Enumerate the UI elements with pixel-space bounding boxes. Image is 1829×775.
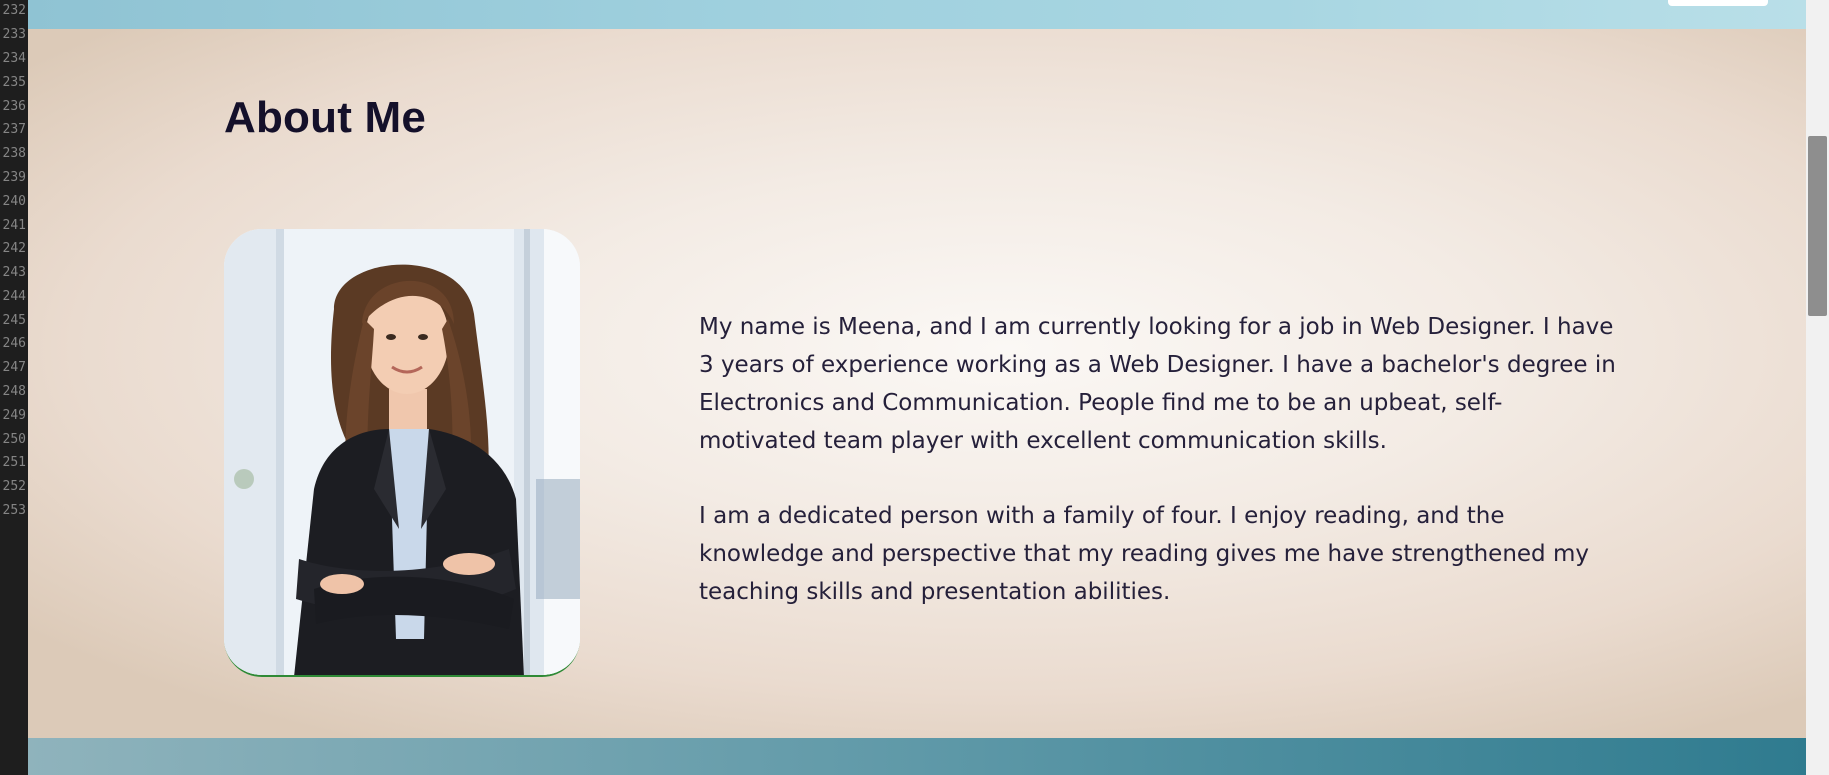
line-number: 253 — [2, 503, 26, 518]
line-number: 238 — [2, 146, 26, 161]
line-number: 241 — [2, 218, 26, 233]
line-number: 249 — [2, 408, 26, 423]
bio-paragraph: I am a dedicated person with a family of… — [699, 503, 1589, 605]
line-number: 232 — [2, 3, 26, 18]
line-number: 246 — [2, 336, 26, 351]
line-number: 252 — [2, 479, 26, 494]
about-bio: My name is Meena, and I am currently loo… — [699, 308, 1619, 611]
line-number: 247 — [2, 360, 26, 375]
scrollbar-thumb[interactable] — [1808, 136, 1827, 316]
line-number: 240 — [2, 194, 26, 209]
line-number: 239 — [2, 170, 26, 185]
section-title: About Me — [224, 93, 427, 142]
line-number: 233 — [2, 27, 26, 42]
header-band — [28, 0, 1806, 29]
next-section-band — [28, 738, 1806, 775]
line-number: 248 — [2, 384, 26, 399]
line-number: 251 — [2, 455, 26, 470]
line-number: 235 — [2, 75, 26, 90]
line-number: 236 — [2, 99, 26, 114]
line-number: 237 — [2, 122, 26, 137]
line-number: 244 — [2, 289, 26, 304]
header-button[interactable] — [1668, 0, 1768, 6]
profile-photo — [224, 229, 580, 677]
editor-line-gutter: 232 233 234 235 236 237 238 239 240 241 … — [0, 0, 28, 775]
line-number: 245 — [2, 313, 26, 328]
bio-paragraph: My name is Meena, and I am currently loo… — [699, 314, 1616, 454]
line-number: 242 — [2, 241, 26, 256]
web-page-preview: About Me My name is Meena, and I am curr… — [28, 0, 1806, 775]
vertical-scrollbar[interactable] — [1806, 0, 1829, 775]
line-number: 234 — [2, 51, 26, 66]
line-number: 243 — [2, 265, 26, 280]
about-section: About Me My name is Meena, and I am curr… — [28, 29, 1806, 738]
profile-photo-illustration — [224, 229, 580, 675]
line-number: 250 — [2, 432, 26, 447]
